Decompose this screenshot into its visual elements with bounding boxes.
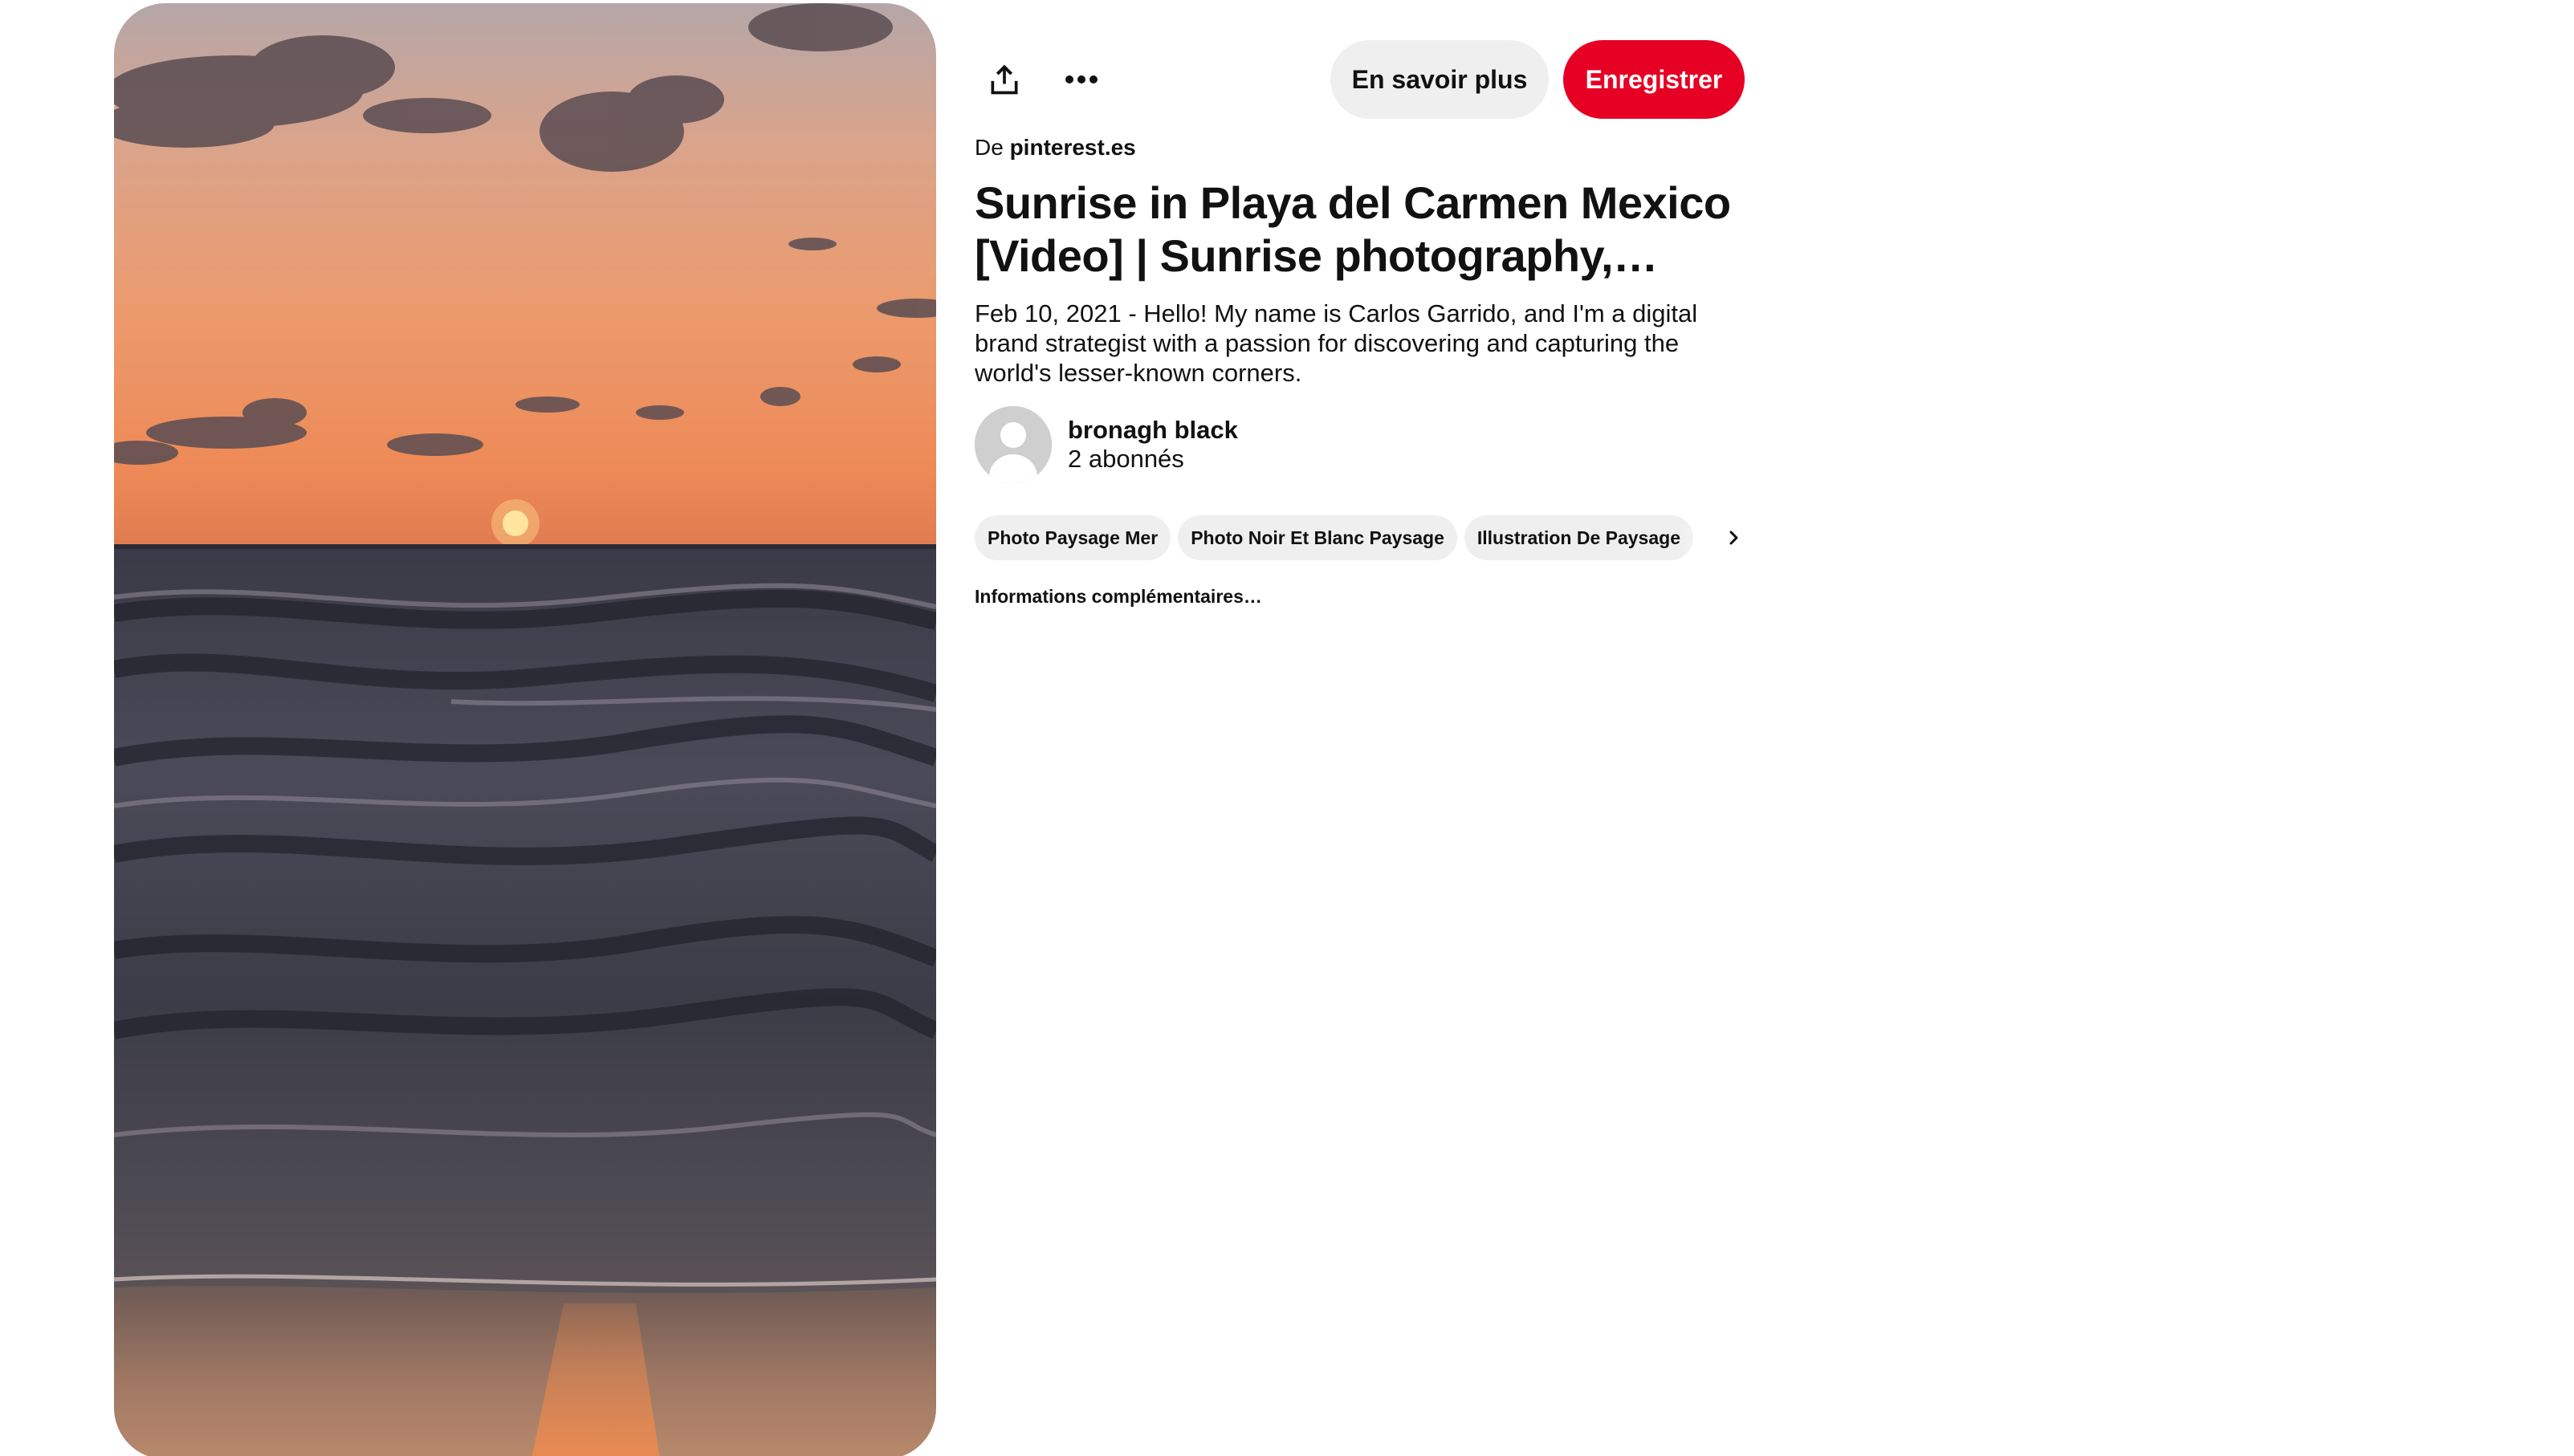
source-prefix: De (975, 135, 1004, 160)
tag-chip[interactable]: Illustration De Paysage (1464, 515, 1693, 560)
sunset-beach-photo (114, 3, 936, 1456)
chevron-right-icon (1729, 531, 1738, 545)
source-domain-link[interactable]: pinterest.es (1010, 135, 1136, 160)
share-upload-icon (991, 64, 1018, 95)
pin-description: Feb 10, 2021 - Hello! My name is Carlos … (975, 299, 1698, 387)
save-button[interactable]: Enregistrer (1563, 40, 1745, 119)
tags-scroll-right-button[interactable] (1723, 525, 1745, 551)
pin-detail-page: En savoir plus Enregistrer De pinterest.… (0, 0, 2574, 1456)
pin-source: De pinterest.es (975, 133, 1136, 162)
tag-chip[interactable]: Photo Noir Et Blanc Paysage (1178, 515, 1457, 560)
creator-info[interactable]: bronagh black 2 abonnés (975, 406, 1537, 483)
pin-details-panel: En savoir plus Enregistrer De pinterest.… (975, 0, 1745, 1456)
learn-more-button[interactable]: En savoir plus (1330, 40, 1549, 119)
avatar[interactable] (975, 406, 1052, 483)
related-tags: Photo Paysage Mer Photo Noir Et Blanc Pay… (975, 515, 1745, 560)
share-button[interactable] (975, 50, 1034, 109)
creator-name[interactable]: bronagh black (1068, 416, 1238, 445)
ellipsis-icon (1065, 75, 1098, 83)
creator-followers: 2 abonnés (1068, 445, 1184, 473)
pin-image[interactable] (114, 3, 936, 1456)
tags-track: Photo Paysage Mer Photo Noir Et Blanc Pay… (975, 515, 1729, 560)
tags-fade (1681, 515, 1729, 560)
tag-chip[interactable]: Photo Paysage Mer (975, 515, 1171, 560)
pin-toolbar: En savoir plus Enregistrer (975, 40, 1745, 119)
default-user-icon (975, 406, 1052, 483)
more-info-link[interactable]: Informations complémentaires… (975, 584, 1262, 608)
more-options-button[interactable] (1052, 50, 1111, 109)
pin-title: Sunrise in Playa del Carmen Mexico [Vide… (975, 177, 1731, 281)
